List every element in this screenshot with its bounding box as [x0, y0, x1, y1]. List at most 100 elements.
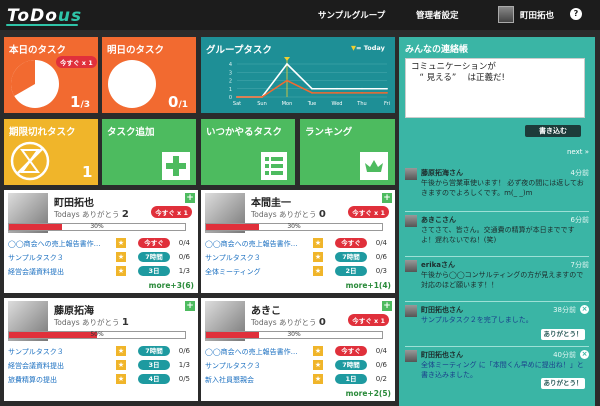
- member-thanks-count: 2: [121, 209, 129, 220]
- task-row[interactable]: 全体ミーティング ★ 2日 0/3: [205, 266, 389, 278]
- nav-group-link[interactable]: サンプルグループ: [318, 9, 385, 21]
- member-name[interactable]: 町田拓也: [54, 194, 94, 209]
- help-icon[interactable]: ?: [570, 8, 582, 20]
- task-name[interactable]: サンプルタスク３: [8, 347, 64, 357]
- member-add-icon[interactable]: +: [185, 193, 195, 203]
- feed-author[interactable]: あきこさん: [421, 215, 456, 225]
- feed-author[interactable]: 町田拓也さん: [421, 305, 463, 315]
- task-name[interactable]: 経営会議資料提出: [8, 267, 64, 277]
- star-icon[interactable]: ★: [313, 374, 323, 384]
- task-name[interactable]: ◯◯商会への売上報告書作…: [8, 239, 101, 249]
- next-link[interactable]: next »: [567, 148, 589, 156]
- feed-item: erikaさん 7分前 午後から◯◯コンサルティングの方が見えますので対応のほど願…: [405, 260, 589, 302]
- star-icon[interactable]: ★: [116, 266, 126, 276]
- task-name[interactable]: 新入社員懇親会: [205, 375, 254, 385]
- member-thanks: Todays ありがとう 2: [54, 209, 129, 220]
- member-thanks-count: 1: [121, 317, 129, 328]
- task-row[interactable]: サンプルタスク３ ★ 7時間 0/6: [8, 252, 192, 264]
- task-row[interactable]: サンプルタスク３ ★ 7時間 0/6: [205, 252, 389, 264]
- feed-separator: [405, 301, 589, 302]
- task-due-badge: 今すぐ: [138, 238, 170, 248]
- member-card[interactable]: あきこ Todays ありがとう 0 + 今すぐ x 1 30% ◯◯商会への売上報…: [201, 298, 395, 401]
- feed-author[interactable]: 町田拓也さん: [421, 350, 463, 360]
- feed-time: 40分前: [553, 351, 576, 359]
- star-icon[interactable]: ★: [116, 374, 126, 384]
- member-name[interactable]: あきこ: [251, 302, 281, 317]
- star-icon[interactable]: ★: [313, 238, 323, 248]
- member-add-icon[interactable]: +: [382, 193, 392, 203]
- member-progress-bar: 30%: [8, 223, 186, 231]
- tile-ranking[interactable]: ランキング: [300, 119, 395, 185]
- task-name[interactable]: ◯◯商会への売上報告書作…: [205, 239, 298, 249]
- star-icon[interactable]: ★: [313, 252, 323, 262]
- member-card[interactable]: 町田拓也 Todays ありがとう 2 + 今すぐ x 1 30% ◯◯商会への売上…: [4, 190, 198, 293]
- logo[interactable]: ToDous: [7, 6, 82, 26]
- star-icon[interactable]: ★: [116, 238, 126, 248]
- member-name[interactable]: 本間圭一: [251, 194, 291, 209]
- star-icon[interactable]: ★: [313, 360, 323, 370]
- task-progress-fraction: 0/5: [178, 375, 190, 383]
- task-name[interactable]: 全体ミーティング: [205, 267, 261, 277]
- star-icon[interactable]: ★: [313, 266, 323, 276]
- feed-avatar[interactable]: [405, 260, 417, 272]
- tile-ranking-title: ランキング: [305, 127, 353, 138]
- star-icon[interactable]: ★: [116, 360, 126, 370]
- task-row[interactable]: ◯◯商会への売上報告書作… ★ 今すぐ 0/4: [8, 238, 192, 250]
- member-card[interactable]: 藤原拓海 Todays ありがとう 1 +50% サンプルタスク３ ★ 7時間 …: [4, 298, 198, 401]
- task-name[interactable]: サンプルタスク３: [8, 253, 64, 263]
- member-progress-label: 30%: [287, 223, 301, 230]
- task-row[interactable]: 経営会議資料提出 ★ 3日 1/3: [8, 266, 192, 278]
- feed-separator: [405, 256, 589, 257]
- tile-group-tasks[interactable]: グループタスク ▼= Today 4 3 2 1 0 Sat Sun Mon Tue Wed Thu…: [201, 37, 395, 113]
- logo-accent: us: [57, 6, 83, 26]
- feed-avatar[interactable]: [405, 215, 417, 227]
- user-name-link[interactable]: 町田拓也: [520, 9, 554, 21]
- star-icon[interactable]: ★: [313, 346, 323, 356]
- user-avatar[interactable]: [498, 6, 514, 23]
- star-icon[interactable]: ★: [116, 252, 126, 262]
- thanks-button[interactable]: ありがとう！: [541, 329, 585, 340]
- tile-someday-tasks[interactable]: いつかやるタスク: [201, 119, 295, 185]
- task-name[interactable]: サンプルタスク３: [205, 361, 261, 371]
- task-progress-fraction: 1/3: [178, 267, 190, 275]
- feed-avatar[interactable]: [405, 350, 417, 362]
- message-board-title: みんなの連絡帳: [405, 45, 469, 55]
- member-add-icon[interactable]: +: [382, 301, 392, 311]
- member-card[interactable]: 本間圭一 Todays ありがとう 0 + 今すぐ x 1 30% ◯◯商会への売上…: [201, 190, 395, 293]
- tile-today-tasks[interactable]: 本日のタスク 今すぐ x 1 1/3: [4, 37, 98, 113]
- tile-overdue-tasks[interactable]: 期限切れタスク 1: [4, 119, 98, 185]
- task-row[interactable]: 旅費精算の提出 ★ 4日 0/5: [8, 374, 192, 386]
- chart-point: [386, 87, 388, 90]
- feed-avatar[interactable]: [405, 305, 417, 317]
- thanks-button[interactable]: ありがとう！: [541, 378, 585, 389]
- close-icon[interactable]: ×: [580, 305, 589, 314]
- member-add-icon[interactable]: +: [185, 301, 195, 311]
- star-icon[interactable]: ★: [116, 346, 126, 356]
- member-progress-label: 30%: [287, 331, 301, 338]
- task-row[interactable]: ◯◯商会への売上報告書作… ★ 今すぐ 0/4: [205, 346, 389, 358]
- task-row[interactable]: 新入社員懇親会 ★ 1日 0/2: [205, 374, 389, 386]
- member-name[interactable]: 藤原拓海: [54, 302, 94, 317]
- tile-add-task[interactable]: タスク追加: [102, 119, 196, 185]
- task-name[interactable]: サンプルタスク３: [205, 253, 261, 263]
- close-icon[interactable]: ×: [580, 350, 589, 359]
- task-row[interactable]: ◯◯商会への売上報告書作… ★ 今すぐ 0/4: [205, 238, 389, 250]
- message-textarea[interactable]: コミュニケーションが “ 見える” は正義だ!: [405, 58, 585, 118]
- member-more-link[interactable]: more+2(5): [346, 389, 391, 398]
- task-row[interactable]: 経営会議資料提出 ★ 3日 1/3: [8, 360, 192, 372]
- task-row[interactable]: サンプルタスク３ ★ 7時間 0/6: [8, 346, 192, 358]
- task-name[interactable]: 経営会議資料提出: [8, 361, 64, 371]
- member-more-link[interactable]: more+1(4): [346, 281, 391, 290]
- tile-tomorrow-tasks[interactable]: 明日のタスク 0/1: [102, 37, 196, 113]
- member-more-link[interactable]: more+3(6): [149, 281, 194, 290]
- nav-admin-link[interactable]: 管理者設定: [416, 9, 459, 21]
- member-urgent-badge: 今すぐ x 1: [348, 206, 389, 218]
- member-thanks-label: Todays ありがとう: [251, 210, 317, 219]
- post-button[interactable]: 書き込む: [525, 125, 581, 137]
- feed-author[interactable]: erikaさん: [421, 260, 455, 270]
- task-name[interactable]: ◯◯商会への売上報告書作…: [205, 347, 298, 357]
- feed-author[interactable]: 藤原拓海さん: [421, 168, 463, 178]
- feed-avatar[interactable]: [405, 168, 417, 180]
- task-name[interactable]: 旅費精算の提出: [8, 375, 57, 385]
- task-row[interactable]: サンプルタスク３ ★ 7時間 0/6: [205, 360, 389, 372]
